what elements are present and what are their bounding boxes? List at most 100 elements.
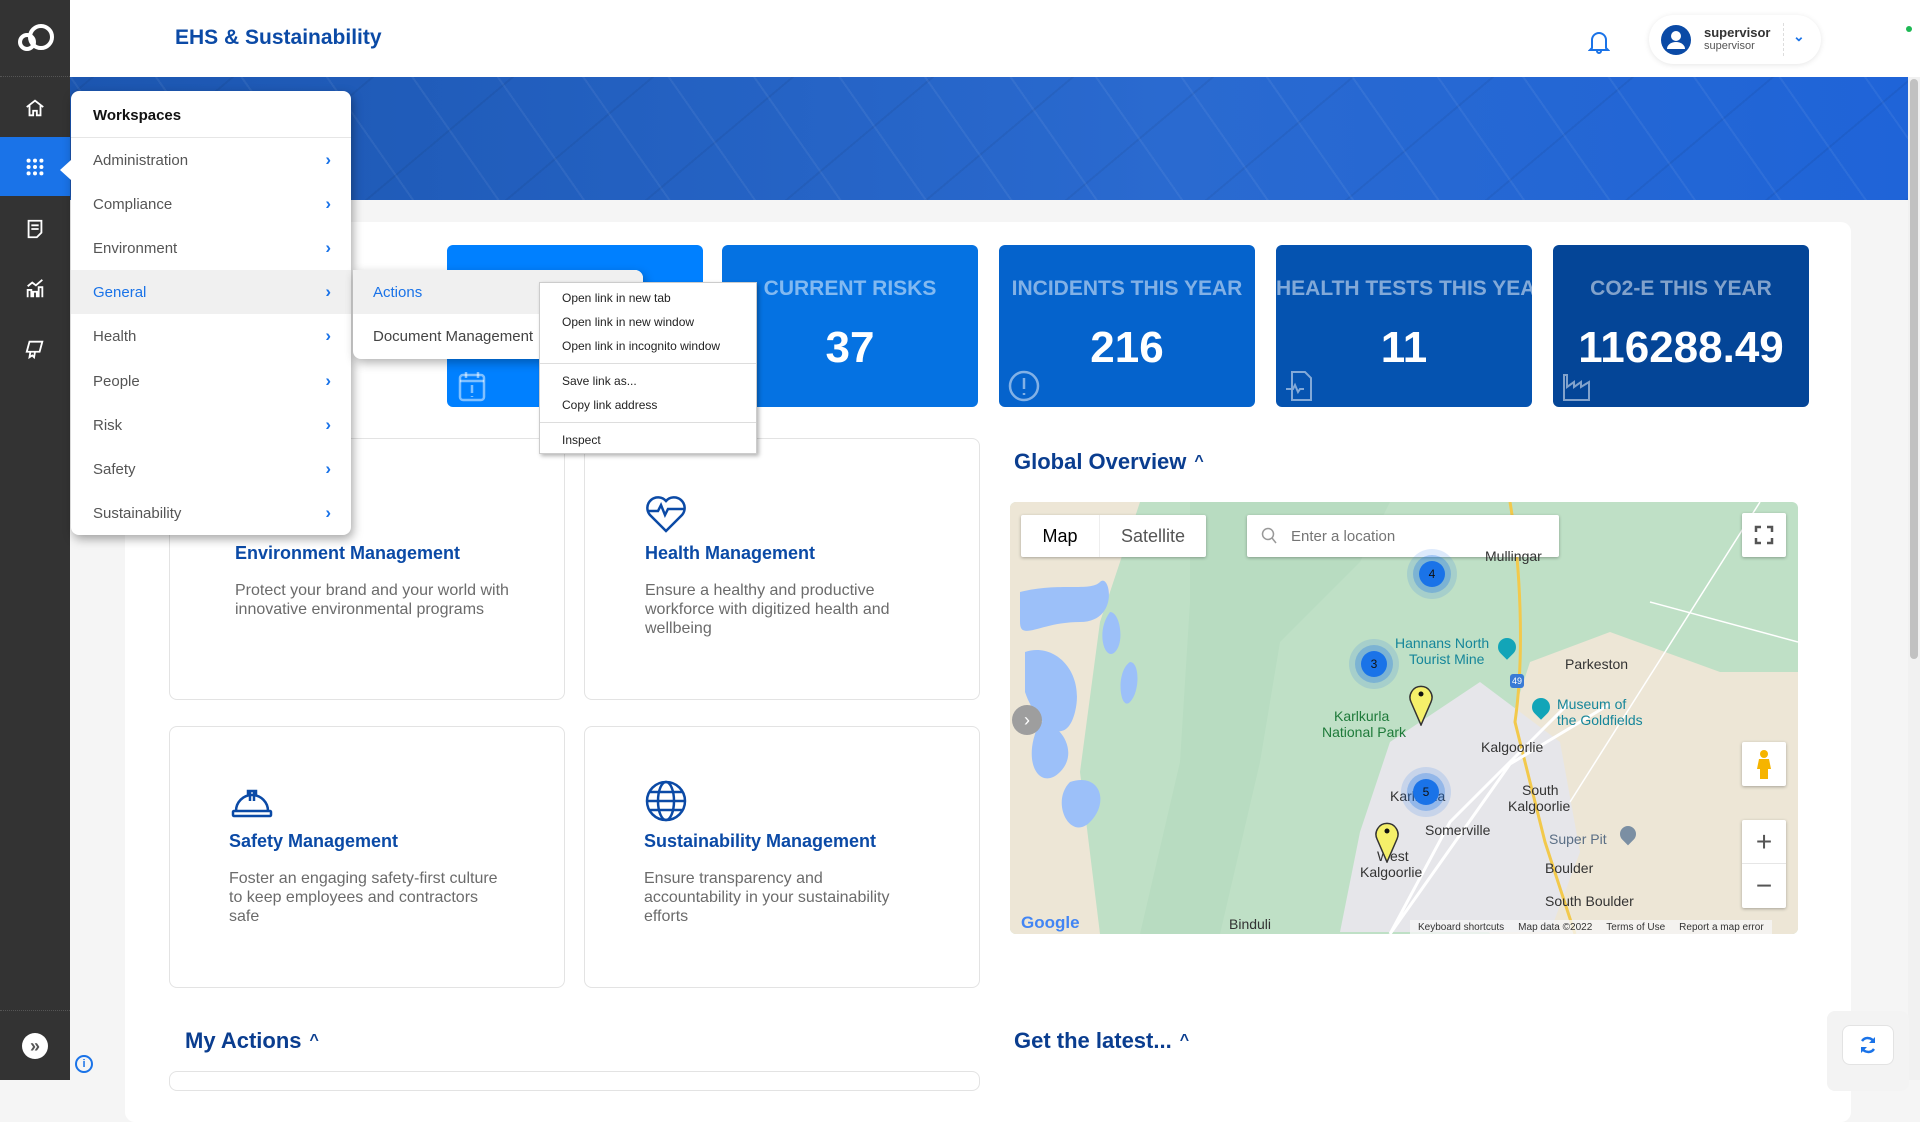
kpi-card-incidents[interactable]: INCIDENTS THIS YEAR 216	[999, 245, 1255, 407]
hard-hat-icon	[231, 789, 273, 818]
section-title: Global Overview	[1014, 449, 1187, 474]
map-widget[interactable]: Map Satellite + − › Mullingar Hannans No…	[1010, 502, 1798, 934]
context-open-new-tab[interactable]: Open link in new tab	[562, 291, 671, 305]
zoom-out-button[interactable]: −	[1742, 864, 1786, 907]
chevron-right-icon: ›	[325, 415, 331, 434]
workspace-item-general[interactable]: General ›	[71, 270, 351, 314]
map-search-input[interactable]	[1291, 523, 1546, 549]
document-icon	[27, 219, 43, 239]
kpi-label: CURRENT RISKS	[763, 277, 937, 300]
workspace-item-health[interactable]: Health ›	[71, 314, 351, 358]
kpi-card-current-risks[interactable]: CURRENT RISKS 37	[722, 245, 978, 407]
map-type-satellite-button[interactable]: Satellite	[1099, 515, 1206, 557]
workspace-item-environment[interactable]: Environment ›	[71, 226, 351, 270]
module-title: Sustainability Management	[644, 831, 877, 851]
map-side-panel-toggle[interactable]: ›	[1012, 705, 1042, 735]
map-cluster-marker[interactable]: 5	[1413, 779, 1439, 805]
chevron-down-icon[interactable]: ⌄	[1793, 28, 1805, 45]
certificate-icon	[25, 340, 44, 360]
global-overview-toggle[interactable]: Global Overview ^	[1014, 449, 1204, 475]
module-description: Ensure transparency and accountability i…	[644, 870, 890, 925]
map-label: South Boulder	[1545, 893, 1634, 909]
context-inspect[interactable]: Inspect	[562, 433, 601, 447]
workspace-item-people[interactable]: People ›	[71, 359, 351, 403]
module-card-sustainability[interactable]: Sustainability Management Ensure transpa…	[584, 726, 980, 988]
menu-item-label: Safety	[93, 460, 136, 478]
menu-item-label: Risk	[93, 416, 123, 434]
map-type-map-button[interactable]: Map	[1021, 515, 1099, 557]
notifications-button[interactable]	[1587, 30, 1611, 54]
app-logo[interactable]	[16, 20, 56, 56]
user-menu[interactable]: supervisor supervisor ⌄	[1649, 15, 1821, 64]
browser-context-menu: Open link in new tab Open link in new wi…	[539, 282, 757, 454]
map-pin-marker[interactable]	[1374, 819, 1400, 863]
sidebar-analytics[interactable]	[0, 260, 70, 318]
map-label: Hannans North	[1395, 635, 1490, 651]
globe-icon	[645, 780, 687, 822]
map-label: the Goldfields	[1557, 712, 1643, 728]
kpi-card-co2e[interactable]: CO2-E THIS YEAR 116288.49	[1553, 245, 1809, 407]
map-type-control: Map Satellite	[1021, 515, 1206, 557]
map-pin-marker[interactable]	[1408, 682, 1434, 726]
sidebar-certificates[interactable]	[0, 320, 70, 378]
chevron-right-icon: ›	[325, 194, 331, 213]
report-map-error-link[interactable]: Report a map error	[1679, 922, 1763, 933]
workspace-item-safety[interactable]: Safety ›	[71, 447, 351, 491]
menu-item-label: Environment	[93, 239, 178, 257]
kpi-label: HEALTH TESTS THIS YEAR	[1276, 277, 1532, 300]
map-label: Museum of	[1557, 696, 1627, 712]
street-view-pegman[interactable]	[1742, 742, 1786, 786]
map-label: Mullingar	[1485, 548, 1542, 564]
module-description: Protect your brand and your world with i…	[235, 582, 509, 618]
menu-pointer	[60, 160, 71, 180]
terms-of-use-link[interactable]: Terms of Use	[1606, 922, 1665, 933]
heart-pulse-icon	[646, 496, 686, 533]
section-title: My Actions	[185, 1028, 302, 1053]
map-cluster-marker[interactable]: 3	[1361, 651, 1387, 677]
map-label: Binduli	[1229, 916, 1272, 932]
module-description: Ensure a healthy and productive workforc…	[645, 582, 890, 637]
scrollbar-thumb[interactable]	[1910, 79, 1918, 659]
menu-item-label: People	[93, 372, 140, 390]
module-card-safety[interactable]: Safety Management Foster an engaging saf…	[169, 726, 565, 988]
bell-icon	[1587, 32, 1611, 54]
get-latest-toggle[interactable]: Get the latest... ^	[1014, 1028, 1189, 1054]
my-actions-toggle[interactable]: My Actions ^	[185, 1028, 319, 1054]
avatar	[1661, 25, 1691, 55]
sidebar-home[interactable]	[0, 79, 70, 137]
sidebar-documents[interactable]	[0, 200, 70, 258]
workspace-item-administration[interactable]: Administration ›	[71, 138, 351, 182]
map-fullscreen-button[interactable]	[1742, 513, 1786, 557]
map-label: Somerville	[1425, 822, 1491, 838]
workspace-item-compliance[interactable]: Compliance ›	[71, 182, 351, 226]
chevron-right-icon: ›	[325, 371, 331, 390]
online-status-dot	[1906, 26, 1912, 32]
context-open-incognito[interactable]: Open link in incognito window	[562, 339, 720, 353]
apps-grid-icon	[26, 158, 44, 175]
user-role: supervisor	[1704, 40, 1755, 52]
workspace-item-risk[interactable]: Risk ›	[71, 403, 351, 447]
map-label: Tourist Mine	[1409, 651, 1485, 667]
info-icon[interactable]: i	[75, 1055, 93, 1073]
kpi-card-health-tests[interactable]: HEALTH TESTS THIS YEAR 11	[1276, 245, 1532, 407]
map-cluster-marker[interactable]: 4	[1419, 561, 1445, 587]
module-card-health[interactable]: Health Management Ensure a healthy and p…	[584, 438, 980, 700]
refresh-button[interactable]	[1842, 1025, 1894, 1065]
menu-item-label: Administration	[93, 151, 189, 169]
search-icon	[1261, 527, 1277, 544]
section-title: Get the latest...	[1014, 1028, 1172, 1053]
zoom-in-button[interactable]: +	[1742, 820, 1786, 864]
analytics-icon	[26, 279, 44, 298]
context-copy-link[interactable]: Copy link address	[562, 398, 657, 412]
map-label: Super Pit	[1549, 831, 1607, 847]
context-open-new-window[interactable]: Open link in new window	[562, 315, 694, 329]
map-footer: Keyboard shortcuts Map data ©2022 Terms …	[1410, 920, 1772, 934]
keyboard-shortcuts-link[interactable]: Keyboard shortcuts	[1418, 922, 1504, 933]
workspace-item-sustainability[interactable]: Sustainability ›	[71, 491, 351, 535]
context-save-link[interactable]: Save link as...	[562, 374, 637, 388]
expand-sidebar-button[interactable]: »	[22, 1033, 48, 1059]
map-data-attribution: Map data ©2022	[1518, 921, 1593, 933]
chevron-up-icon: ^	[1194, 453, 1204, 470]
kpi-value: 11	[1380, 323, 1428, 372]
double-chevron-right-icon: »	[29, 1036, 40, 1056]
